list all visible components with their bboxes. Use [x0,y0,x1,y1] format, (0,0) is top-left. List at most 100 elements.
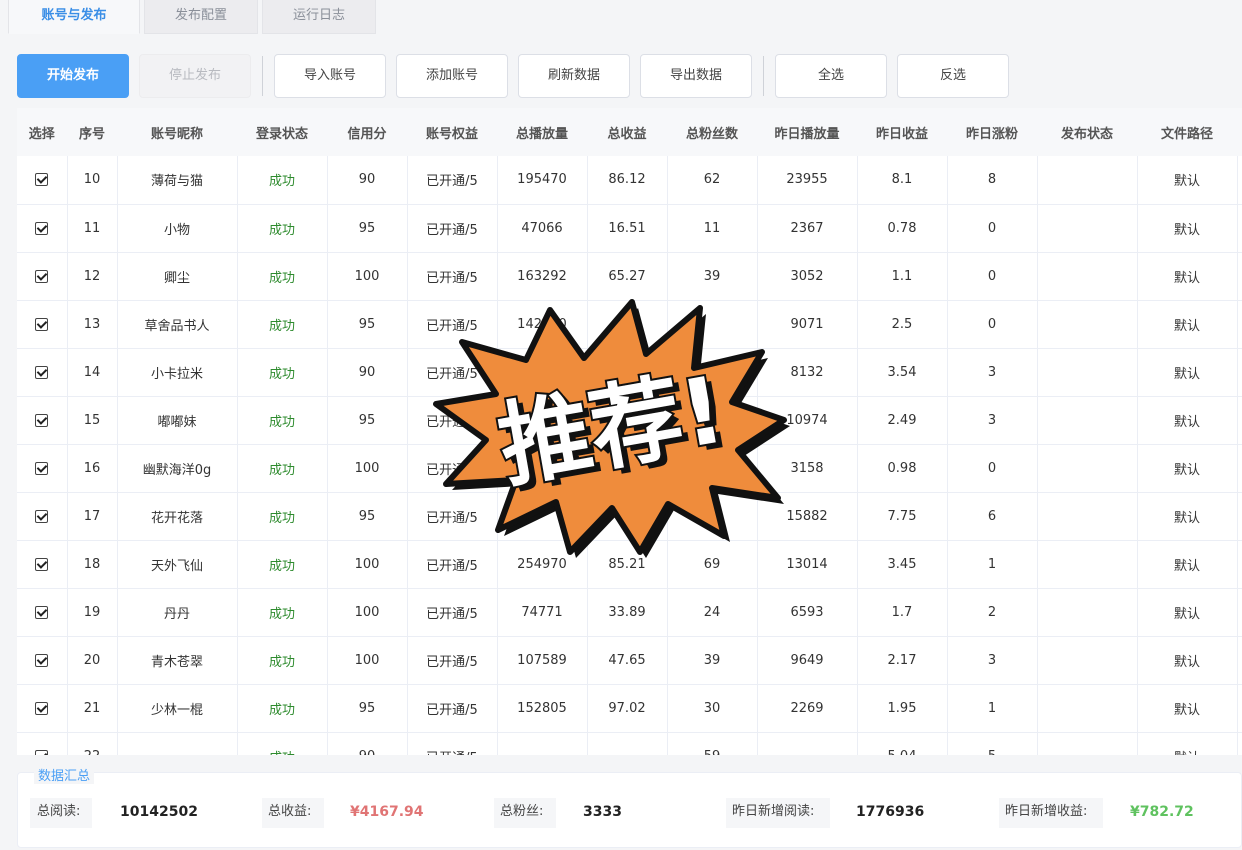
row-checkbox[interactable] [35,413,49,427]
cell-spacer [1237,588,1242,637]
cell-file-path: 默认 [1137,156,1238,205]
cell-credit: 100 [327,540,408,589]
row-checkbox[interactable] [35,509,49,523]
cell-rights: 已开通/5 [407,636,498,685]
cell-publish-status [1037,732,1138,755]
cell-y-plays: 9649 [757,636,858,685]
cell-total-income: 47.65 [587,636,668,685]
row-checkbox[interactable] [35,269,49,283]
row-checkbox[interactable] [35,173,49,187]
row-checkbox[interactable] [35,653,49,667]
cell-name [117,732,238,755]
col-header-name: 账号昵称 [117,108,238,156]
row-checkbox-cell [17,300,68,349]
cell-name: 幽默海洋0g [117,444,238,493]
total-fans-label: 总粉丝: [500,804,544,819]
cell-spacer [1237,252,1242,301]
cell-y-fans: 0 [947,252,1038,301]
table-row[interactable]: 21 少林一棍 成功 95 已开通/5 152805 97.02 30 2269 1.95 1 默认 [17,684,1242,733]
cell-credit: 100 [327,636,408,685]
row-checkbox[interactable] [35,365,49,379]
row-checkbox-cell [17,252,68,301]
tab-publish-config[interactable]: 发布配置 [144,0,258,34]
toolbar-divider [262,56,263,96]
table-row[interactable]: 22 成功90已开通/5 59 5.045 默认 [17,732,1242,755]
row-checkbox-cell [17,492,68,541]
cell-no: 19 [67,588,118,637]
row-checkbox[interactable] [35,317,49,331]
cell-name: 小卡拉米 [117,348,238,397]
cell-no: 13 [67,300,118,349]
cell-rights: 已开通/5 [407,684,498,733]
tab-accounts-publish[interactable]: 账号与发布 [8,0,140,34]
cell-name: 小物 [117,204,238,253]
export-data-button[interactable]: 导出数据 [640,54,752,98]
summary-title: 数据汇总 [34,765,95,784]
cell-spacer [1237,396,1242,445]
cell-y-income: 1.7 [857,588,948,637]
cell-login-status: 成功 [237,540,328,589]
cell-file-path: 默认 [1137,396,1238,445]
cell-y-fans: 3 [947,396,1038,445]
total-income-value: ¥4167.94 [350,804,424,820]
cell-name: 丹丹 [117,588,238,637]
cell-total-fans: 24 [667,588,758,637]
cell-file-path: 默认 [1137,492,1238,541]
refresh-data-button[interactable]: 刷新数据 [518,54,630,98]
cell-spacer [1237,732,1242,755]
cell-y-plays: 2269 [757,684,858,733]
add-account-button[interactable]: 添加账号 [396,54,508,98]
row-checkbox-cell [17,204,68,253]
import-accounts-button[interactable]: 导入账号 [274,54,386,98]
yesterday-income-value: ¥782.72 [1130,804,1194,820]
cell-login-status: 成功 [237,300,328,349]
cell-no: 12 [67,252,118,301]
cell-login-status: 成功 [237,684,328,733]
table-row[interactable]: 11 小物 成功 95 已开通/5 47066 16.51 11 2367 0.78 0 默认 [17,204,1242,253]
cell-spacer [1237,300,1242,349]
start-publish-button[interactable]: 开始发布 [17,54,129,98]
row-checkbox[interactable] [35,749,49,755]
cell-file-path: 默认 [1137,636,1238,685]
col-header-y-plays: 昨日播放量 [757,108,858,156]
cell-name: 花开花落 [117,492,238,541]
cell-login-status: 成功 [237,348,328,397]
cell-y-income: 2.49 [857,396,948,445]
row-checkbox[interactable] [35,701,49,715]
cell-publish-status [1037,540,1138,589]
cell-y-fans: 1 [947,540,1038,589]
row-checkbox-cell [17,396,68,445]
table-row[interactable]: 10 薄荷与猫 成功 90 已开通/5 195470 86.12 62 23955 8.1 8 默认 [17,156,1242,205]
cell-y-fans: 2 [947,588,1038,637]
cell-no: 16 [67,444,118,493]
cell-spacer [1237,492,1242,541]
cell-spacer [1237,684,1242,733]
row-checkbox[interactable] [35,461,49,475]
row-checkbox-cell [17,588,68,637]
cell-total-plays: 152805 [497,684,588,733]
cell-y-income: 0.98 [857,444,948,493]
row-checkbox[interactable] [35,557,49,571]
cell-credit: 90 [327,156,408,205]
invert-selection-button[interactable]: 反选 [897,54,1009,98]
cell-publish-status [1037,636,1138,685]
cell-y-income: 0.78 [857,204,948,253]
select-all-button[interactable]: 全选 [775,54,887,98]
cell-publish-status [1037,588,1138,637]
cell-no: 20 [67,636,118,685]
cell-y-income: 2.5 [857,300,948,349]
cell-publish-status [1037,252,1138,301]
cell-name: 草舍品书人 [117,300,238,349]
cell-name: 卿尘 [117,252,238,301]
row-checkbox[interactable] [35,605,49,619]
row-checkbox[interactable] [35,221,49,235]
cell-total-income [587,732,668,755]
table-row[interactable]: 19 丹丹 成功 100 已开通/5 74771 33.89 24 6593 1.7 2 默认 [17,588,1242,637]
stop-publish-button[interactable]: 停止发布 [139,54,251,98]
tab-run-log[interactable]: 运行日志 [262,0,376,34]
cell-login-status: 成功 [237,492,328,541]
cell-no: 22 [67,732,118,755]
cell-credit: 100 [327,588,408,637]
cell-credit: 95 [327,396,408,445]
table-row[interactable]: 20 青木苍翠 成功 100 已开通/5 107589 47.65 39 9649 2.17 3 默认 [17,636,1242,685]
